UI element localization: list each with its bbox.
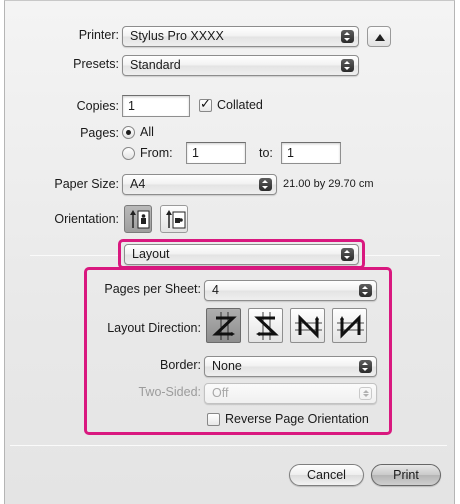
- popup-arrows-icon: [359, 360, 372, 373]
- paper-size-label: Paper Size:: [54, 177, 119, 191]
- border-popup[interactable]: None: [204, 356, 377, 377]
- popup-arrows-icon: [259, 178, 272, 191]
- direction-z-button[interactable]: [206, 308, 241, 343]
- direction-reverse-n-button[interactable]: [332, 308, 367, 343]
- reverse-page-orientation-label: Reverse Page Orientation: [225, 412, 369, 426]
- pages-all-radio[interactable]: [122, 126, 135, 139]
- panel-select-popup[interactable]: Layout: [124, 244, 359, 265]
- pages-to-label: to:: [259, 146, 273, 160]
- presets-label: Presets:: [73, 57, 119, 71]
- reverse-n-icon: [337, 314, 364, 339]
- pages-label: Pages:: [80, 126, 119, 140]
- bottom-separator: [10, 445, 447, 446]
- pages-from-label: From:: [140, 146, 173, 160]
- portrait-icon: [130, 210, 150, 229]
- two-sided-value: Off: [212, 386, 229, 400]
- popup-arrows-icon: [359, 387, 372, 400]
- copies-label: Copies:: [76, 99, 119, 113]
- pages-to-field[interactable]: 1: [281, 142, 341, 164]
- cancel-button[interactable]: Cancel: [289, 464, 364, 486]
- layout-direction-label: Layout Direction:: [107, 321, 201, 335]
- orientation-landscape-button[interactable]: [160, 205, 188, 233]
- two-sided-popup[interactable]: Off: [204, 383, 377, 404]
- collated-label: Collated: [217, 98, 263, 112]
- orientation-portrait-button[interactable]: [124, 205, 152, 233]
- direction-reverse-s-button[interactable]: [248, 308, 283, 343]
- border-label: Border:: [160, 358, 201, 372]
- reverse-page-orientation-checkbox[interactable]: [207, 413, 220, 426]
- direction-n-button[interactable]: [290, 308, 325, 343]
- presets-popup[interactable]: Standard: [122, 55, 359, 76]
- pages-from-radio[interactable]: [122, 147, 135, 160]
- reverse-s-icon: [254, 312, 279, 340]
- pages-from-field[interactable]: 1: [186, 142, 246, 164]
- n-icon: [295, 314, 322, 339]
- two-sided-label: Two-Sided:: [138, 385, 201, 399]
- orientation-label: Orientation:: [54, 212, 119, 226]
- print-button[interactable]: Print: [371, 464, 441, 486]
- separator-left: [30, 255, 120, 256]
- popup-arrows-icon: [341, 30, 354, 43]
- z-icon: [212, 312, 237, 340]
- popup-arrows-icon: [359, 284, 372, 297]
- printer-label: Printer:: [78, 28, 119, 42]
- pages-per-sheet-popup[interactable]: 4: [204, 280, 377, 301]
- border-value: None: [212, 359, 242, 373]
- pages-per-sheet-label: Pages per Sheet:: [104, 282, 201, 296]
- disclosure-button[interactable]: [367, 26, 391, 47]
- presets-value: Standard: [130, 58, 181, 72]
- panel-select-value: Layout: [132, 247, 170, 261]
- triangle-up-icon: [375, 34, 385, 41]
- paper-size-value: A4: [130, 177, 146, 191]
- separator-right: [362, 255, 440, 256]
- collated-checkbox[interactable]: [199, 97, 212, 112]
- popup-arrows-icon: [341, 248, 354, 261]
- pages-per-sheet-value: 4: [212, 283, 219, 297]
- landscape-icon: [166, 210, 186, 229]
- print-dialog: Printer: Stylus Pro XXXX Presets: Standa…: [4, 0, 455, 504]
- popup-arrows-icon: [341, 59, 354, 72]
- paper-size-popup[interactable]: A4: [122, 174, 277, 195]
- copies-field[interactable]: 1: [122, 95, 190, 117]
- paper-dimensions: 21.00 by 29.70 cm: [283, 178, 374, 190]
- printer-value: Stylus Pro XXXX: [130, 29, 224, 43]
- pages-all-label: All: [140, 125, 154, 139]
- printer-popup[interactable]: Stylus Pro XXXX: [122, 26, 359, 47]
